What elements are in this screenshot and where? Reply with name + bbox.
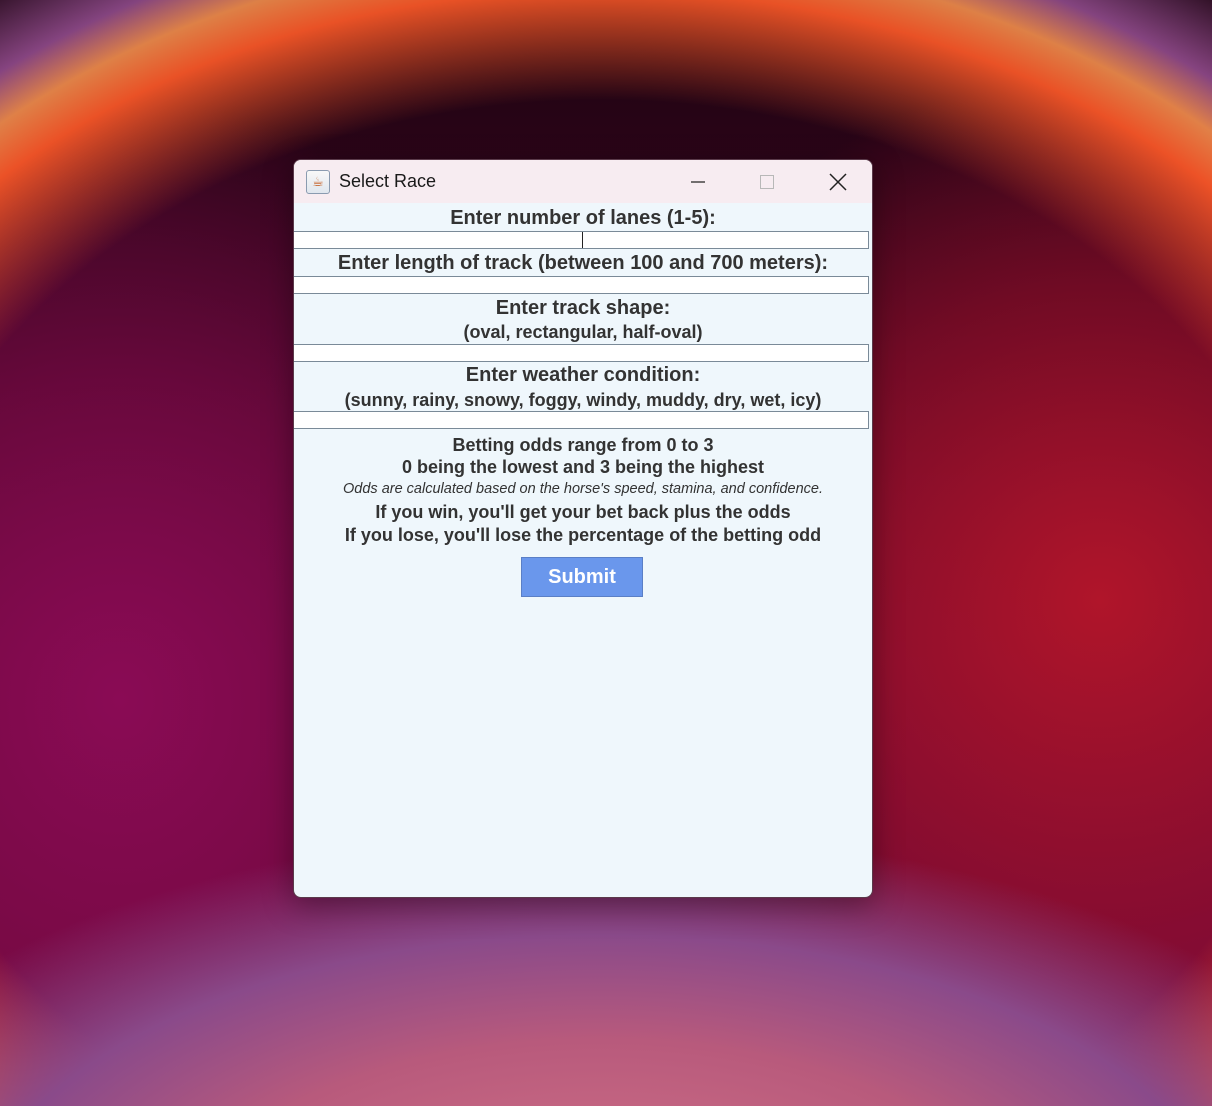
shape-input[interactable] bbox=[294, 344, 869, 362]
length-label: Enter length of track (between 100 and 7… bbox=[337, 252, 829, 274]
odds-scale-text: 0 being the lowest and 3 being the highe… bbox=[401, 457, 765, 477]
maximize-button[interactable] bbox=[744, 160, 790, 203]
text-caret bbox=[582, 232, 583, 248]
odds-range-text: Betting odds range from 0 to 3 bbox=[452, 435, 714, 455]
lose-rule-text: If you lose, you'll lose the percentage … bbox=[344, 525, 822, 545]
window-title: Select Race bbox=[339, 171, 437, 191]
submit-button[interactable]: Submit bbox=[521, 557, 643, 597]
select-race-window: ☕ Select Race Enter number of lanes (1-5… bbox=[293, 159, 873, 898]
close-icon bbox=[829, 172, 847, 191]
minimize-button[interactable] bbox=[675, 160, 721, 203]
win-rule-text: If you win, you'll get your bet back plu… bbox=[375, 502, 791, 522]
weather-label: Enter weather condition: bbox=[465, 364, 701, 386]
minimize-icon bbox=[691, 180, 705, 183]
length-input[interactable] bbox=[294, 276, 869, 294]
weather-input[interactable] bbox=[294, 411, 869, 429]
java-cup-icon: ☕ bbox=[306, 169, 330, 194]
shape-options: (oval, rectangular, half-oval) bbox=[463, 322, 703, 342]
odds-calc-text: Odds are calculated based on the horse's… bbox=[343, 481, 823, 497]
weather-options: (sunny, rainy, snowy, foggy, windy, mudd… bbox=[344, 390, 822, 410]
maximize-icon bbox=[760, 174, 774, 189]
shape-label: Enter track shape: bbox=[495, 297, 671, 319]
close-button[interactable] bbox=[815, 160, 861, 203]
lanes-label: Enter number of lanes (1-5): bbox=[450, 207, 716, 229]
title-bar[interactable]: ☕ Select Race bbox=[294, 160, 872, 203]
